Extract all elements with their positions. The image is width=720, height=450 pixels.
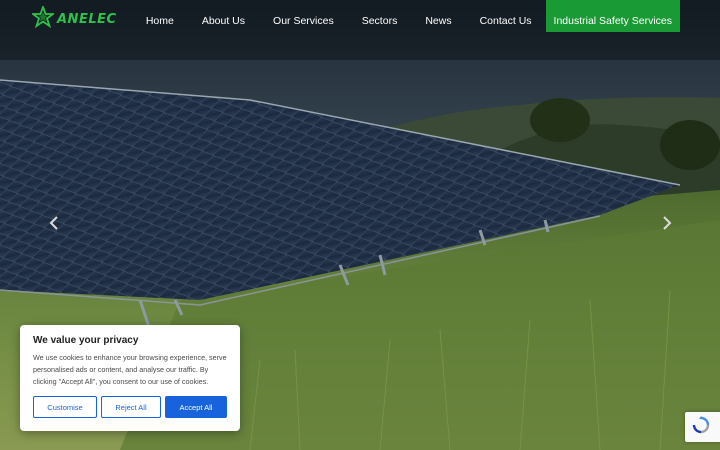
nav-news[interactable]: News bbox=[411, 0, 465, 32]
chevron-left-icon[interactable] bbox=[49, 216, 59, 233]
site-header: ANELEC Home About Us Our Services Sector… bbox=[0, 0, 720, 40]
logo-text: ANELEC bbox=[57, 12, 117, 27]
reject-all-button[interactable]: Reject All bbox=[101, 396, 161, 418]
customise-button[interactable]: Customise bbox=[33, 396, 97, 418]
logo[interactable]: ANELEC bbox=[30, 4, 117, 33]
logo-star-icon bbox=[30, 4, 56, 33]
recaptcha-icon bbox=[692, 415, 710, 439]
recaptcha-badge[interactable] bbox=[685, 412, 720, 442]
accept-all-button[interactable]: Accept All bbox=[165, 396, 227, 418]
nav-our-services[interactable]: Our Services bbox=[259, 0, 348, 32]
cookie-text: We use cookies to enhance your browsing … bbox=[33, 353, 227, 386]
chevron-right-icon[interactable] bbox=[662, 216, 672, 233]
nav-sectors[interactable]: Sectors bbox=[348, 0, 412, 32]
main-nav: Home About Us Our Services Sectors News … bbox=[132, 0, 680, 32]
cookie-consent-banner: We value your privacy We use cookies to … bbox=[20, 325, 240, 431]
nav-industrial-safety-services[interactable]: Industrial Safety Services bbox=[545, 0, 680, 32]
cookie-title: We value your privacy bbox=[33, 335, 139, 346]
nav-contact-us[interactable]: Contact Us bbox=[466, 0, 546, 32]
cookie-buttons: Customise Reject All Accept All bbox=[33, 396, 227, 418]
nav-about-us[interactable]: About Us bbox=[188, 0, 259, 32]
nav-home[interactable]: Home bbox=[132, 0, 188, 32]
